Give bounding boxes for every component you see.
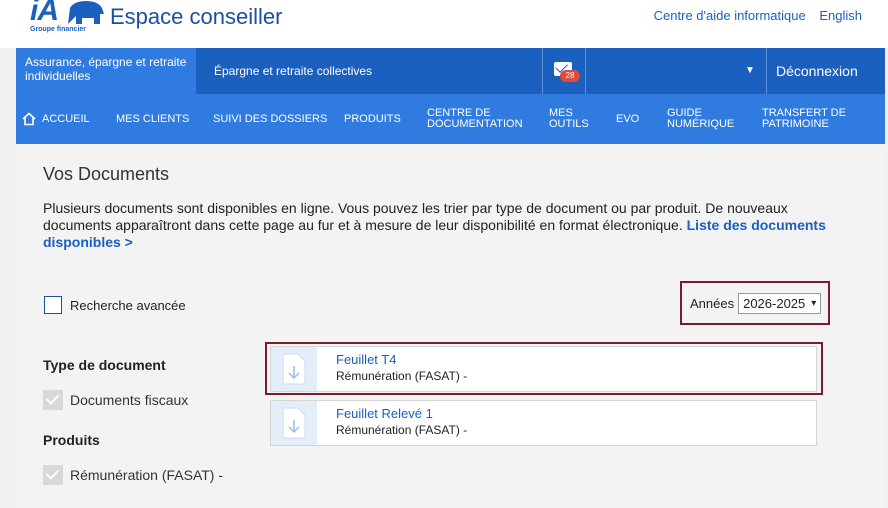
intro-paragraph: Plusieurs documents sont disponibles en … [43, 200, 788, 233]
products-title: Produits [43, 432, 100, 448]
nav-separator [585, 48, 586, 94]
check-icon[interactable] [43, 390, 63, 410]
year-filter-highlight: Années 2026-2025 ▾ [680, 281, 830, 325]
chevron-down-icon[interactable]: ▼ [745, 48, 755, 94]
advanced-search-toggle[interactable]: Recherche avancée [44, 296, 186, 314]
nav-home[interactable]: ACCUEIL [22, 94, 90, 144]
filter-tax-documents-label: Documents fiscaux [70, 392, 189, 408]
document-subtitle: Rémunération (FASAT) - [336, 423, 468, 437]
document-releve-1[interactable]: Feuillet Relevé 1 Rémunération (FASAT) - [270, 400, 817, 446]
logo-text: iA [30, 0, 59, 27]
intro-text: Plusieurs documents sont disponibles en … [43, 200, 843, 251]
nav-wealth-transfer[interactable]: TRANSFERT DE PATRIMOINE [762, 94, 846, 144]
elephant-logo-icon [68, 1, 104, 24]
nav-evo[interactable]: EVO [616, 94, 639, 144]
nav-my-clients[interactable]: MES CLIENTS [116, 94, 189, 144]
top-links: Centre d'aide informatique English [644, 8, 862, 23]
years-select-value: 2026-2025 [743, 295, 806, 311]
years-select[interactable]: 2026-2025 ▾ [738, 292, 822, 314]
nav-documentation-center[interactable]: CENTRE DE DOCUMENTATION [427, 94, 523, 144]
app-title: Espace conseiller [110, 4, 283, 29]
document-highlight [265, 342, 823, 395]
english-link[interactable]: English [819, 8, 862, 23]
advanced-search-label: Recherche avancée [70, 297, 186, 313]
document-title[interactable]: Feuillet Relevé 1 [336, 406, 433, 421]
check-icon[interactable] [43, 465, 63, 485]
secondary-nav: ACCUEIL MES CLIENTS SUIVI DES DOSSIERS P… [16, 94, 885, 144]
nav-separator [542, 48, 543, 94]
logout-button[interactable]: Déconnexion [776, 48, 858, 94]
mail-count-badge: 28 [560, 70, 580, 82]
filter-tax-documents[interactable]: Documents fiscaux [43, 390, 188, 410]
tab-individual-insurance[interactable]: Assurance, épargne et retraite individue… [16, 48, 196, 94]
primary-nav: Assurance, épargne et retraite individue… [16, 48, 885, 94]
home-icon [22, 112, 36, 126]
main-content: Vos Documents Plusieurs documents sont d… [16, 144, 885, 508]
top-header: iA Groupe financier Espace conseiller Ce… [0, 0, 888, 48]
nav-my-tools[interactable]: MES OUTILS [549, 94, 589, 144]
nav-products[interactable]: PRODUITS [344, 94, 401, 144]
download-document-icon [271, 401, 317, 445]
help-center-link[interactable]: Centre d'aide informatique [654, 8, 806, 23]
nav-digital-guide[interactable]: GUIDE NUMÉRIQUE [667, 94, 734, 144]
advanced-search-checkbox[interactable] [44, 296, 62, 314]
years-label: Années [690, 295, 735, 311]
logo-subtitle: Groupe financier [30, 26, 87, 33]
filter-compensation-label: Rémunération (FASAT) - [70, 467, 224, 483]
page-title: Vos Documents [43, 164, 170, 184]
nav-home-label: ACCUEIL [42, 112, 90, 125]
nav-separator [766, 48, 767, 94]
doc-type-title: Type de document [43, 357, 166, 373]
filter-compensation-fasat[interactable]: Rémunération (FASAT) - [43, 465, 223, 485]
tab-collective-savings[interactable]: Épargne et retraite collectives [214, 48, 372, 94]
ia-logo[interactable]: iA Groupe financier [30, 0, 106, 36]
nav-file-tracking[interactable]: SUIVI DES DOSSIERS [213, 94, 327, 144]
chevron-down-icon: ▾ [811, 297, 817, 309]
